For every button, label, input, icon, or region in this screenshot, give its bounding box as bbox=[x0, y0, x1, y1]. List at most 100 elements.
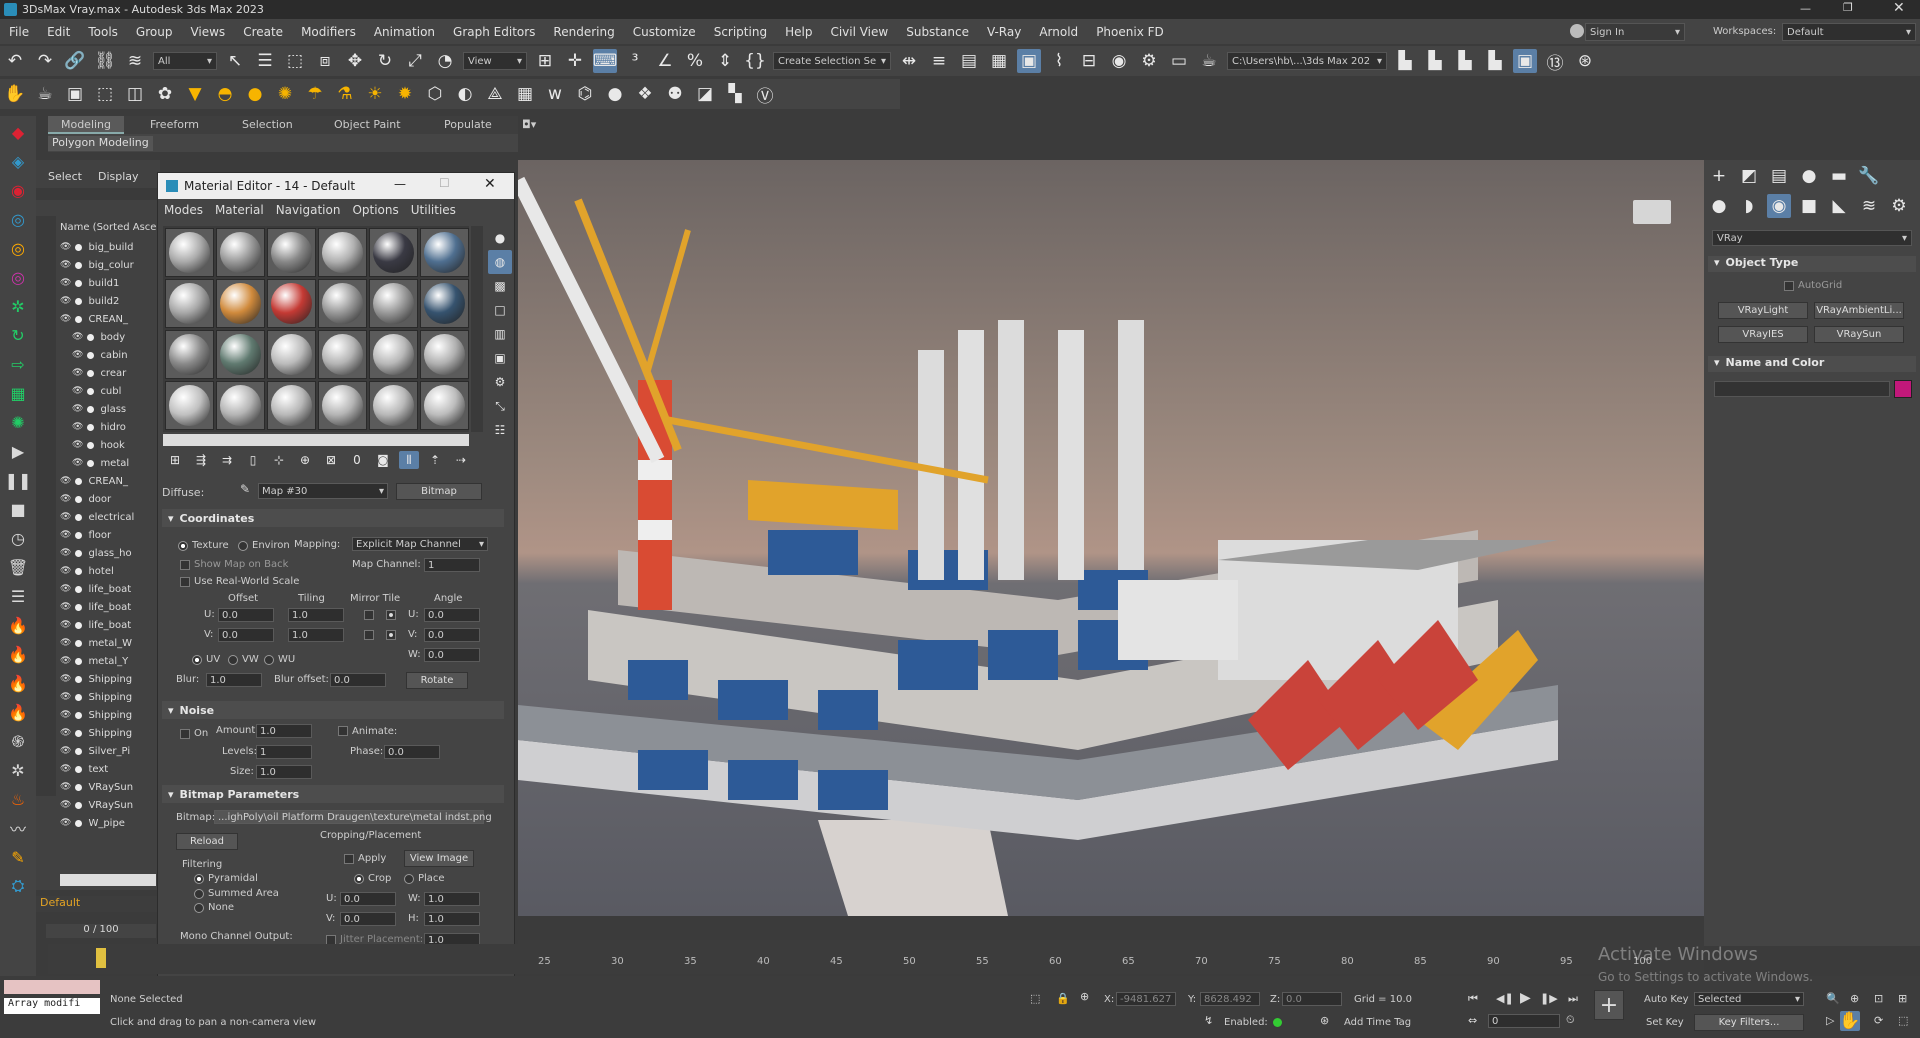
preview-icon[interactable]: ▣ bbox=[488, 346, 512, 370]
vray-decal-icon[interactable]: ▦ bbox=[513, 82, 537, 106]
menu-help[interactable]: Help bbox=[776, 25, 821, 39]
new-key-button[interactable]: + bbox=[1594, 990, 1624, 1020]
bitmap-path-button[interactable]: ...ighPoly\oil Platform Draugen\texture\… bbox=[214, 810, 492, 824]
scene-explorer-icon[interactable]: ▣ bbox=[1017, 49, 1041, 73]
rect-region-icon[interactable]: ⬚ bbox=[283, 49, 307, 73]
visibility-eye-icon[interactable]: 👁 bbox=[72, 386, 83, 396]
menu-arnold[interactable]: Arnold bbox=[1030, 25, 1087, 39]
scene-tab-select[interactable]: Select bbox=[48, 170, 82, 183]
material-slot[interactable] bbox=[165, 279, 214, 328]
material-slot[interactable] bbox=[216, 228, 265, 277]
close-icon[interactable]: ✕ bbox=[1893, 0, 1913, 16]
fov-icon[interactable]: ▷ bbox=[1826, 1014, 1834, 1027]
menu-edit[interactable]: Edit bbox=[38, 25, 79, 39]
material-slot[interactable] bbox=[165, 381, 214, 430]
pivot-icon[interactable]: ⊞ bbox=[533, 49, 557, 73]
freeze-dot-icon[interactable] bbox=[75, 657, 83, 665]
view-image-button[interactable]: View Image bbox=[404, 850, 474, 867]
freeze-dot-icon[interactable] bbox=[75, 693, 83, 701]
vray-sphere-light-icon[interactable]: ● bbox=[243, 82, 267, 106]
light-type-dropdown[interactable]: VRay ▾ bbox=[1712, 230, 1912, 246]
wu-radio[interactable] bbox=[264, 655, 274, 665]
pause-icon[interactable]: ❚❚ bbox=[4, 467, 32, 493]
material-slot[interactable] bbox=[267, 228, 316, 277]
helpers-category-icon[interactable]: ◣ bbox=[1827, 194, 1851, 218]
lock-selection-icon[interactable]: 🔒 bbox=[1056, 992, 1070, 1005]
scene-item[interactable]: 👁 big_colur bbox=[60, 256, 134, 274]
background-icon[interactable]: ▩ bbox=[488, 274, 512, 298]
u-mirror-checkbox[interactable] bbox=[364, 610, 374, 620]
menu-scripting[interactable]: Scripting bbox=[705, 25, 776, 39]
menu-graph-editors[interactable]: Graph Editors bbox=[444, 25, 544, 39]
visibility-eye-icon[interactable]: 👁 bbox=[60, 566, 71, 576]
vray-lister-icon[interactable]: ▙ bbox=[1483, 49, 1507, 73]
time-slider-thumb[interactable] bbox=[96, 948, 106, 968]
pan-view-icon[interactable]: ✋ bbox=[1839, 1011, 1861, 1031]
material-slot[interactable] bbox=[318, 228, 367, 277]
show-end-result-icon[interactable]: ⫴ bbox=[399, 451, 419, 469]
uv-radio[interactable] bbox=[192, 655, 202, 665]
vray-mesh-icon[interactable]: ◫ bbox=[123, 82, 147, 106]
material-slot[interactable] bbox=[318, 279, 367, 328]
material-slot[interactable] bbox=[369, 381, 418, 430]
toggle-ribbon-icon[interactable]: ▦ bbox=[987, 49, 1011, 73]
scene-item[interactable]: 👁 VRaySun bbox=[60, 778, 133, 796]
vray-sphere-icon[interactable]: ● bbox=[603, 82, 627, 106]
material-slot[interactable] bbox=[165, 228, 214, 277]
eyedropper-icon[interactable]: ✎ bbox=[240, 482, 250, 496]
visibility-eye-icon[interactable]: 👁 bbox=[60, 728, 71, 738]
vray-mtl-lib-icon[interactable]: ◪ bbox=[693, 82, 717, 106]
phase-field[interactable]: 0.0 bbox=[384, 745, 440, 759]
map-type-button[interactable]: Bitmap bbox=[396, 483, 482, 500]
freeze-dot-icon[interactable] bbox=[75, 729, 83, 737]
key-filters-button[interactable]: Key Filters... bbox=[1694, 1014, 1804, 1031]
scene-item[interactable]: 👁 body bbox=[72, 328, 125, 346]
visibility-eye-icon[interactable]: 👁 bbox=[60, 674, 71, 684]
freeze-dot-icon[interactable] bbox=[75, 765, 83, 773]
noise-on-checkbox[interactable] bbox=[180, 729, 190, 739]
vray-vfb-icon[interactable]: ▣ bbox=[1513, 49, 1537, 73]
freeze-dot-icon[interactable] bbox=[75, 549, 83, 557]
freeze-dot-icon[interactable] bbox=[87, 423, 95, 431]
fire4-icon[interactable]: 🔥 bbox=[4, 699, 32, 725]
freeze-dot-icon[interactable] bbox=[75, 261, 83, 269]
v-tile-checkbox[interactable] bbox=[386, 630, 396, 640]
visibility-eye-icon[interactable]: 👁 bbox=[72, 440, 83, 450]
list-icon[interactable]: ☰ bbox=[4, 583, 32, 609]
menu-options[interactable]: Options bbox=[346, 203, 404, 217]
freeze-dot-icon[interactable] bbox=[75, 513, 83, 521]
fire3-icon[interactable]: 🔥 bbox=[4, 670, 32, 696]
schematic-view-icon[interactable]: ⊟ bbox=[1077, 49, 1101, 73]
scene-item[interactable]: 👁 life_boat bbox=[60, 616, 131, 634]
menu-customize[interactable]: Customize bbox=[624, 25, 705, 39]
material-slot[interactable] bbox=[216, 381, 265, 430]
object-name-field[interactable] bbox=[1714, 381, 1890, 397]
sample-type-icon[interactable]: ● bbox=[488, 226, 512, 250]
ocean-icon[interactable]: 〰 bbox=[4, 815, 32, 841]
align-icon[interactable]: ≡ bbox=[927, 49, 951, 73]
go-to-end-icon[interactable]: ⏭ bbox=[1568, 992, 1578, 1006]
move-icon[interactable]: ✥ bbox=[343, 49, 367, 73]
swirl-icon[interactable]: ✲ bbox=[4, 757, 32, 783]
scale-icon[interactable]: ⤢ bbox=[403, 49, 427, 73]
summed-area-radio[interactable] bbox=[194, 889, 204, 899]
scene-item[interactable]: 👁 crear bbox=[72, 364, 126, 382]
visibility-eye-icon[interactable]: 👁 bbox=[72, 350, 83, 360]
vw-radio[interactable] bbox=[228, 655, 238, 665]
freeze-dot-icon[interactable] bbox=[75, 495, 83, 503]
time-slider-area[interactable] bbox=[48, 944, 518, 974]
fluid-icon[interactable]: ֍ bbox=[4, 728, 32, 754]
menu-rendering[interactable]: Rendering bbox=[544, 25, 623, 39]
options-icon[interactable]: ⚙ bbox=[488, 370, 512, 394]
vray-sun-icon[interactable]: ☀ bbox=[363, 82, 387, 106]
visibility-eye-icon[interactable]: 👁 bbox=[60, 314, 71, 324]
render-frame-icon[interactable]: ▣ bbox=[63, 82, 87, 106]
menu-file[interactable]: File bbox=[0, 25, 38, 39]
set-key-button[interactable]: Set Key bbox=[1646, 1017, 1684, 1028]
visibility-eye-icon[interactable]: 👁 bbox=[60, 782, 71, 792]
material-id-icon[interactable]: 0 bbox=[347, 451, 367, 469]
scene-item[interactable]: 👁 door bbox=[60, 490, 111, 508]
coordinates-rollout[interactable]: ▾ Coordinates bbox=[162, 509, 504, 527]
material-slot[interactable] bbox=[216, 330, 265, 379]
freeze-dot-icon[interactable] bbox=[87, 387, 95, 395]
